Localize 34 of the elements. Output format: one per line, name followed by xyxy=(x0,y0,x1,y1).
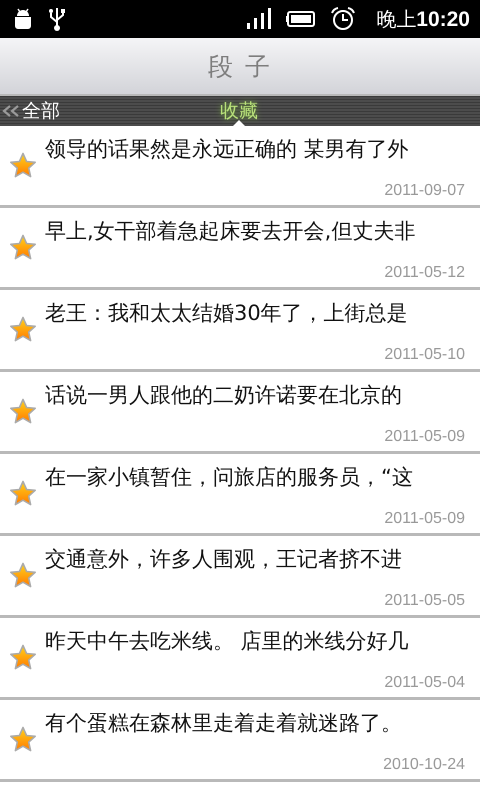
item-date: 2011-05-04 xyxy=(384,674,465,692)
star-icon xyxy=(9,398,37,425)
item-date: 2011-05-09 xyxy=(384,510,465,528)
battery-icon xyxy=(286,11,316,27)
item-date: 2011-05-12 xyxy=(384,264,465,282)
item-text: 领导的话果然是永远正确的 某男有了外 xyxy=(45,136,409,163)
star-icon xyxy=(9,726,37,753)
item-text: 昨天中午去吃米线。 店里的米线分好几 xyxy=(45,628,409,655)
star-icon xyxy=(9,480,37,507)
star-icon xyxy=(9,152,37,179)
item-date: 2011-05-05 xyxy=(384,592,465,610)
item-date: 2011-05-10 xyxy=(384,346,465,364)
tab[interactable]: 全部 xyxy=(20,98,62,124)
star-icon xyxy=(9,234,37,261)
tab[interactable]: 收藏 xyxy=(218,98,260,124)
item-text: 在一家小镇暂住，问旅店的服务员，“这 xyxy=(45,464,413,491)
item-date: 2011-09-07 xyxy=(384,182,465,200)
usb-icon xyxy=(48,6,66,32)
item-text: 交通意外，许多人围观，王记者挤不进 xyxy=(45,546,402,573)
android-icon xyxy=(12,7,34,31)
item-text: 早上,女干部着急起床要去开会,但丈夫非 xyxy=(45,218,416,245)
item-text: 老王：我和太太结婚30年了，上街总是 xyxy=(45,300,408,327)
signal-icon xyxy=(246,8,272,30)
item-text: 话说一男人跟他的二奶许诺要在北京的 xyxy=(45,382,402,409)
item-date: 2011-05-09 xyxy=(384,428,465,446)
item-text: 有个蛋糕在森林里走着走着就迷路了。 xyxy=(45,710,402,737)
star-icon xyxy=(9,644,37,671)
star-icon xyxy=(9,562,37,589)
star-icon xyxy=(9,316,37,343)
screen-title: 段 子 xyxy=(208,50,272,82)
clock-time: 晚上10:20 xyxy=(376,6,470,32)
double-chevron-icon[interactable] xyxy=(2,105,20,117)
alarm-clock-icon xyxy=(330,6,356,32)
item-date: 2010-10-24 xyxy=(383,756,465,774)
